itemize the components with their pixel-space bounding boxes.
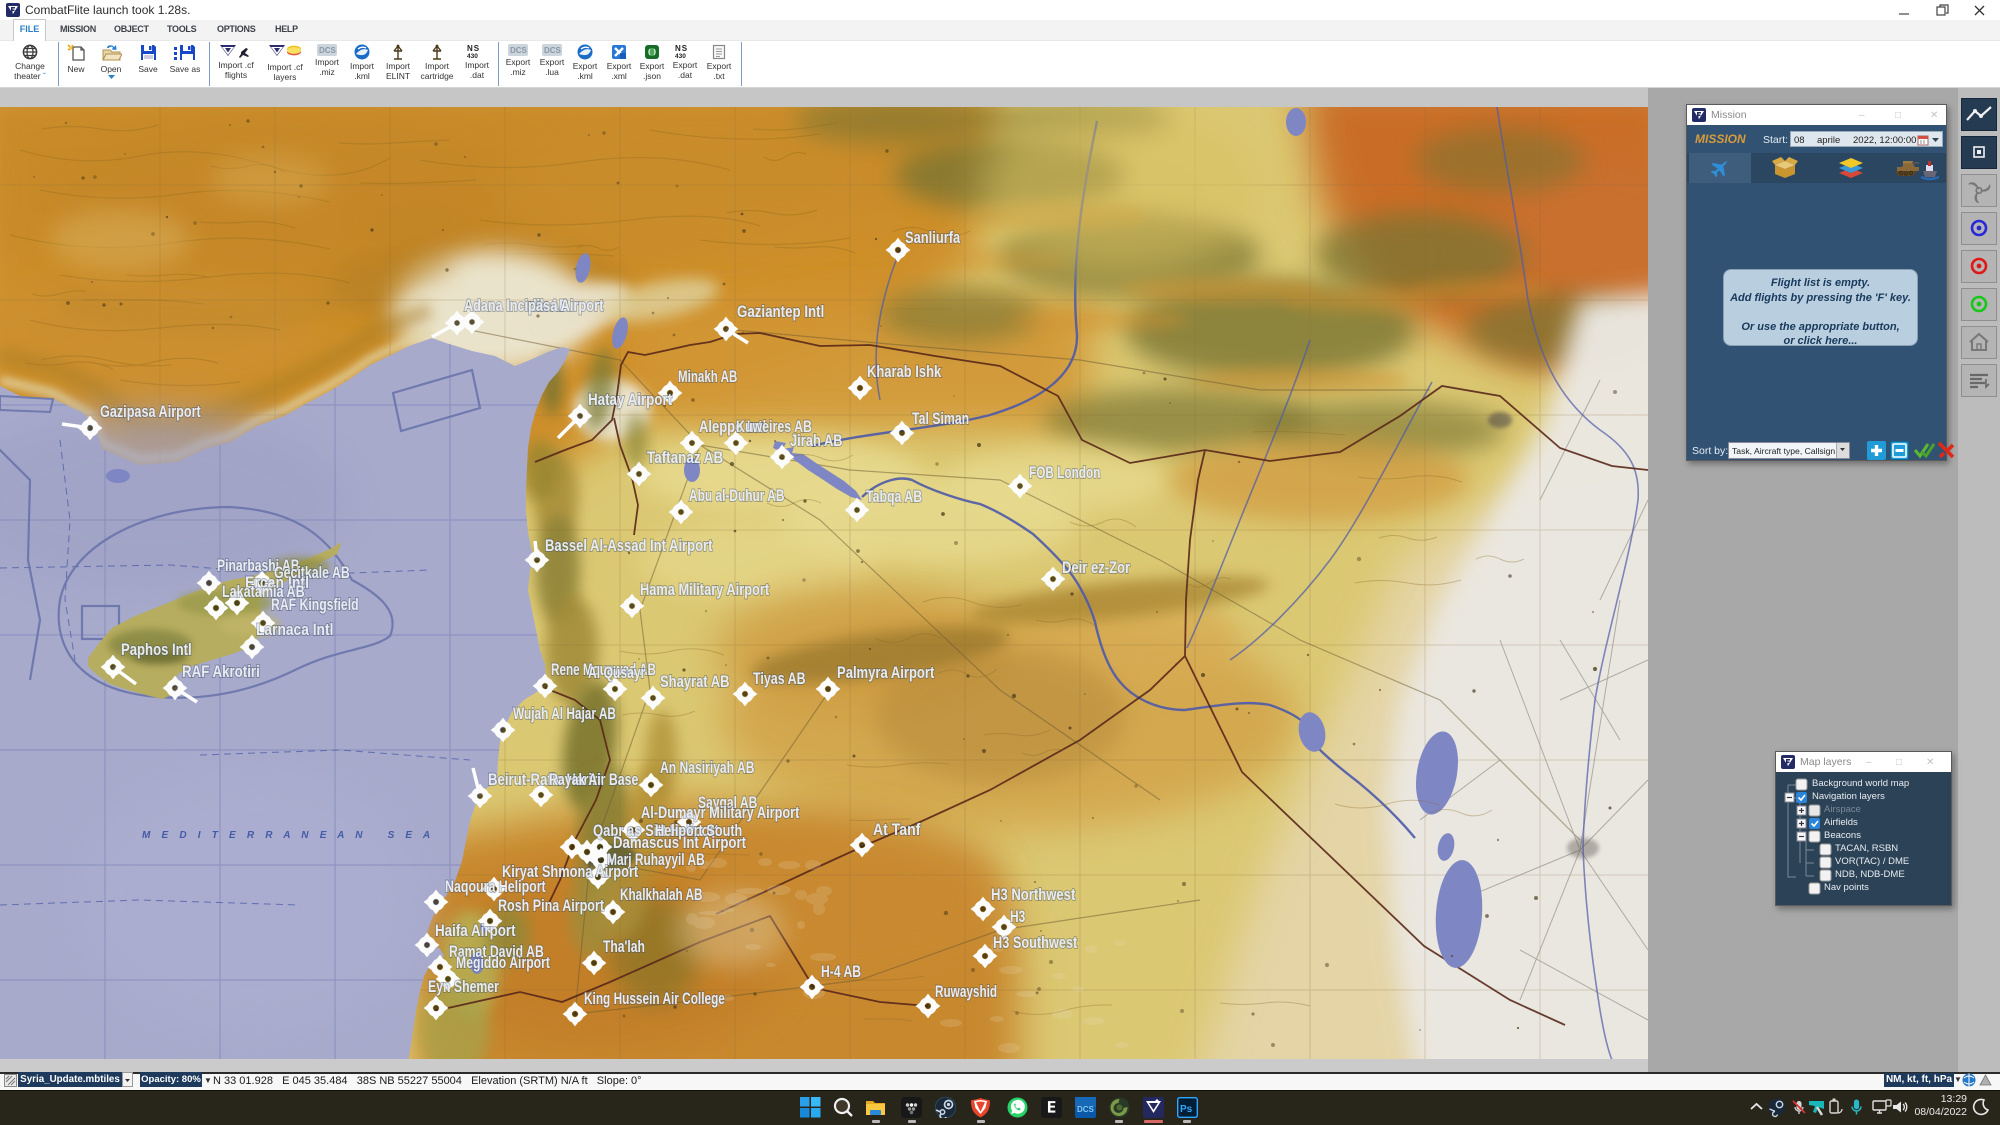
svg-text:M E D I T E R R A N E A N S: M E D I T E R R A N E A N S E A: [142, 830, 434, 841]
svg-text:Eyn Shemer: Eyn Shemer: [428, 977, 499, 996]
svg-text:H-4 AB: H-4 AB: [821, 962, 861, 981]
svg-text:Shayrat AB: Shayrat AB: [660, 672, 730, 691]
svg-text:Tiyas AB: Tiyas AB: [753, 669, 806, 688]
svg-text:Al-Dumayr Military Airport: Al-Dumayr Military Airport: [641, 803, 800, 822]
svg-text:H3 Southwest: H3 Southwest: [993, 933, 1078, 952]
svg-text:DCS: DCS: [544, 46, 562, 55]
svg-text:Gazipasa Airport: Gazipasa Airport: [100, 402, 201, 421]
svg-text:Paphos Intl: Paphos Intl: [121, 640, 192, 659]
svg-text:Khalkhalah AB: Khalkhalah AB: [620, 885, 703, 904]
svg-text:Al Qusayr: Al Qusayr: [588, 663, 646, 682]
svg-text:Haifa Airport: Haifa Airport: [435, 921, 516, 940]
svg-text:RAF Kingsfield: RAF Kingsfield: [271, 595, 359, 614]
svg-text:King Hussein Air College: King Hussein Air College: [584, 989, 725, 1008]
svg-text:DCS: DCS: [319, 46, 337, 55]
svg-text:Naqoura Heliport: Naqoura Heliport: [445, 877, 546, 896]
svg-text:Ps: Ps: [1180, 1104, 1193, 1115]
svg-text:DCS: DCS: [510, 46, 528, 55]
svg-text:Jirah AB: Jirah AB: [790, 431, 843, 450]
svg-text:Hatay Airport: Hatay Airport: [588, 390, 672, 409]
svg-text:DCS: DCS: [1077, 1105, 1095, 1114]
svg-text:Tabqa AB: Tabqa AB: [866, 487, 922, 506]
svg-text:RAF Akrotiri: RAF Akrotiri: [182, 662, 260, 681]
svg-text:Tal Siman: Tal Siman: [912, 409, 969, 428]
svg-text:An Nasiriyah AB: An Nasiriyah AB: [660, 758, 755, 777]
svg-text:Kharab Ishk: Kharab Ishk: [867, 362, 942, 381]
svg-text:Deir ez-Zor: Deir ez-Zor: [1062, 558, 1130, 577]
svg-text:Rosh Pina Airport: Rosh Pina Airport: [498, 896, 604, 915]
svg-text:Taftanaz AB: Taftanaz AB: [647, 448, 723, 467]
svg-text:NS: NS: [467, 44, 480, 53]
svg-text:Palmyra Airport: Palmyra Airport: [837, 663, 935, 682]
svg-text:Ruwayshid: Ruwayshid: [935, 982, 997, 1001]
svg-text:Minakh AB: Minakh AB: [678, 367, 737, 386]
svg-text:Tha'lah: Tha'lah: [603, 937, 645, 956]
svg-text:At Tanf: At Tanf: [873, 820, 921, 839]
svg-text:430: 430: [675, 53, 686, 59]
svg-text:Gaziantep Intl: Gaziantep Intl: [737, 302, 824, 321]
svg-text:FOB London: FOB London: [1029, 463, 1100, 482]
svg-text:H3: H3: [1010, 907, 1025, 926]
svg-text:Larnaca Intl: Larnaca Intl: [256, 620, 333, 639]
svg-text:NS: NS: [675, 44, 688, 53]
svg-text:pasa Airport: pasa Airport: [528, 296, 604, 315]
svg-text:H3 Northwest: H3 Northwest: [991, 885, 1076, 904]
svg-text:Hama Military Airport: Hama Military Airport: [640, 580, 769, 599]
svg-text:Wujah Al Hajar AB: Wujah Al Hajar AB: [513, 704, 616, 723]
svg-text:Rayak Air Base: Rayak Air Base: [549, 770, 638, 789]
svg-text:Abu al-Duhur AB: Abu al-Duhur AB: [689, 486, 785, 505]
svg-text:Megiddo Airport: Megiddo Airport: [456, 953, 550, 972]
svg-text:Sanliurfa: Sanliurfa: [905, 228, 961, 247]
svg-text:430: 430: [467, 53, 478, 59]
svg-text:Bassel Al-Assad Int Airport: Bassel Al-Assad Int Airport: [545, 536, 713, 555]
